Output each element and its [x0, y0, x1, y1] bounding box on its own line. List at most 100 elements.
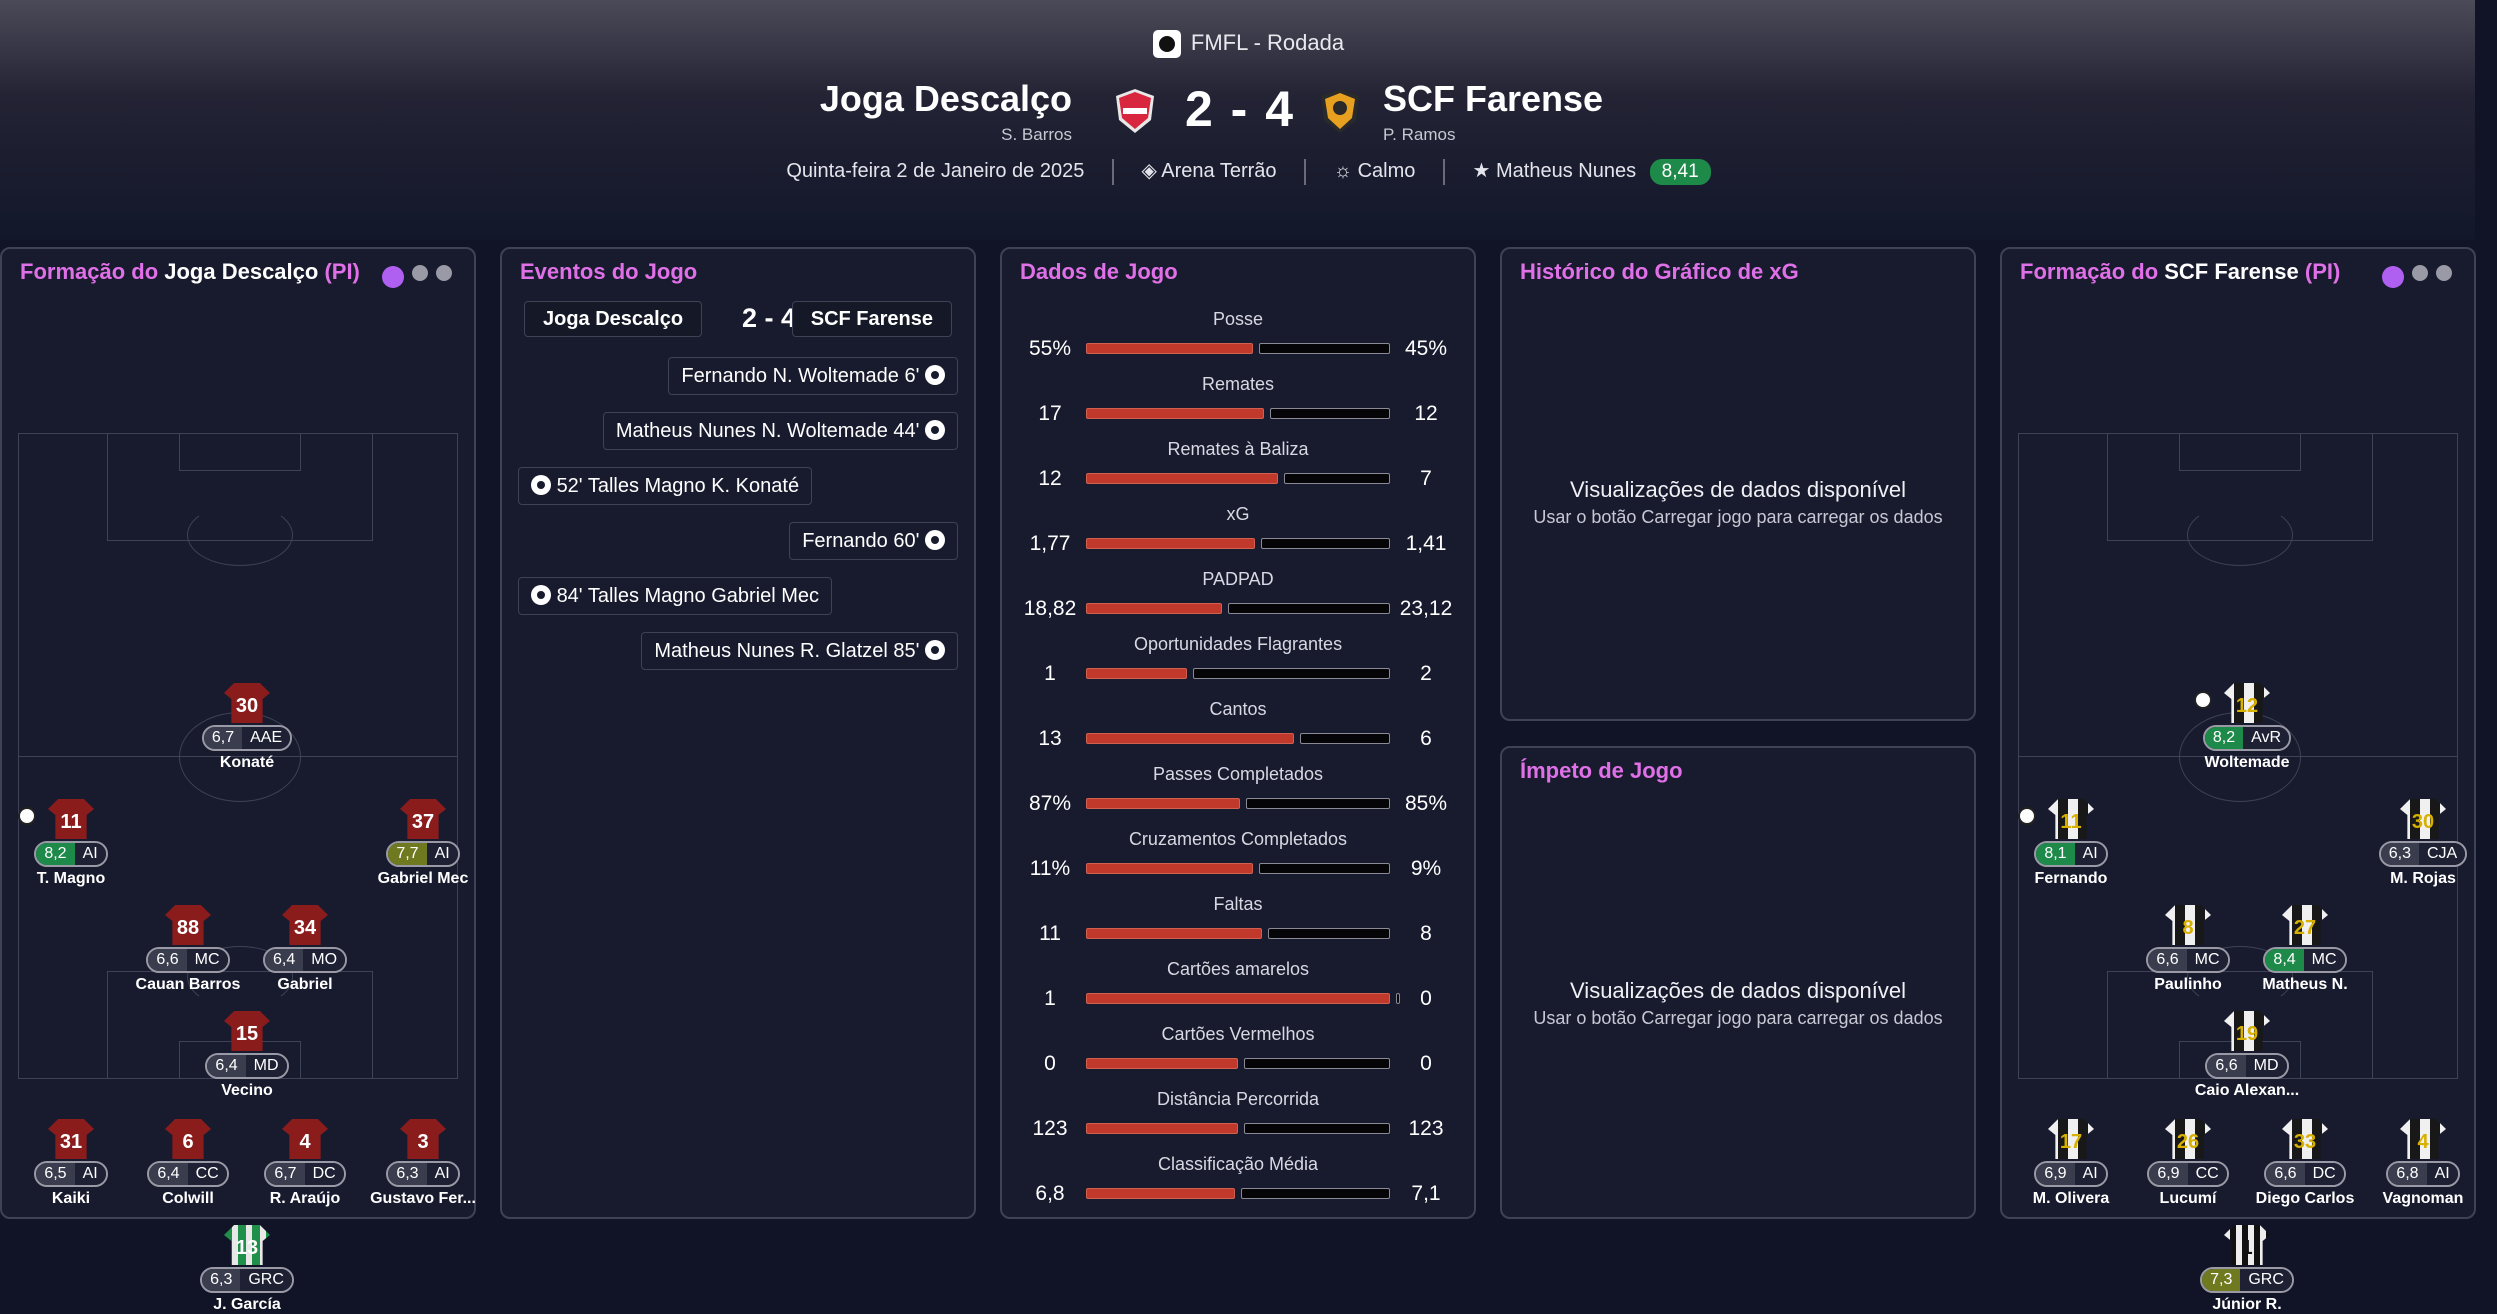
- event-row[interactable]: 52' Talles Magno K. Konaté: [518, 467, 813, 505]
- player-name[interactable]: Gustavo Fer...: [368, 1190, 478, 1208]
- player-name[interactable]: Woltemade: [2192, 754, 2302, 772]
- stat-label: Cantos: [1209, 699, 1267, 719]
- player-card[interactable]: 30 6,7 AAE Konaté: [192, 683, 302, 772]
- event-text: Matheus Nunes R. Glatzel 85': [654, 640, 920, 662]
- player-card[interactable]: 26 6,9 CC Lucumí: [2133, 1119, 2243, 1208]
- shirt-number: 30: [2411, 811, 2435, 833]
- player-name[interactable]: Konaté: [192, 754, 302, 772]
- stat-home-value: 18,82: [1023, 597, 1077, 620]
- events-panel: Eventos do Jogo Joga Descalço 2 - 4 SCF …: [500, 247, 976, 1219]
- player-card[interactable]: 30 6,3 CJA M. Rojas: [2368, 799, 2478, 888]
- page-dot[interactable]: [2436, 265, 2452, 281]
- player-card[interactable]: 31 6,5 AI Kaiki: [16, 1119, 126, 1208]
- home-manager[interactable]: S. Barros: [1001, 125, 1072, 145]
- rating-pill: 6,6 MC: [2146, 947, 2230, 973]
- player-position: DC: [2304, 1163, 2344, 1185]
- stat-home-bar: [1086, 1123, 1238, 1134]
- lineup-page-dots[interactable]: [2374, 265, 2452, 288]
- player-rating: 6,5: [36, 1163, 75, 1185]
- player-card[interactable]: 11 8,2 AI T. Magno: [16, 799, 126, 888]
- player-card[interactable]: 12 8,2 AvR Woltemade: [2192, 683, 2302, 772]
- panel-title: Dados de Jogo: [1020, 259, 1178, 284]
- player-name[interactable]: Gabriel Mec: [368, 870, 478, 888]
- player-name[interactable]: Júnior R.: [2192, 1296, 2302, 1314]
- player-card[interactable]: 8 6,6 MC Paulinho: [2133, 905, 2243, 994]
- player-name[interactable]: Cauan Barros: [133, 976, 243, 994]
- goal-icon: [531, 584, 551, 605]
- page-dot[interactable]: [436, 265, 452, 281]
- player-name[interactable]: Fernando: [2016, 870, 2126, 888]
- player-position: MD: [2245, 1055, 2287, 1077]
- competition-icon: [1152, 30, 1181, 59]
- lineup-page-dots[interactable]: [374, 265, 452, 288]
- player-name[interactable]: M. Rojas: [2368, 870, 2478, 888]
- player-name[interactable]: Kaiki: [16, 1190, 126, 1208]
- player-card[interactable]: 19 6,6 MD Caio Alexan...: [2192, 1011, 2302, 1100]
- shirt-icon: 26: [2165, 1119, 2211, 1159]
- stat-label: xG: [1226, 504, 1250, 524]
- player-name[interactable]: M. Olivera: [2016, 1190, 2126, 1208]
- player-card[interactable]: 37 7,7 AI Gabriel Mec: [368, 799, 478, 888]
- stat-home-bar: [1086, 1058, 1238, 1069]
- page-dot[interactable]: [2412, 265, 2428, 281]
- stat-home-value: 0: [1044, 1052, 1056, 1075]
- stat-home-bar: [1086, 928, 1262, 939]
- shirt-icon: 34: [282, 905, 328, 945]
- page-dot[interactable]: [412, 265, 428, 281]
- player-of-match-name[interactable]: Matheus Nunes: [1496, 160, 1636, 182]
- player-name[interactable]: Lucumí: [2133, 1190, 2243, 1208]
- event-row[interactable]: Fernando 60': [789, 522, 958, 560]
- player-name[interactable]: Paulinho: [2133, 976, 2243, 994]
- player-name[interactable]: T. Magno: [16, 870, 126, 888]
- stat-row: Cruzamentos Completados 11% 9%: [1002, 829, 1474, 893]
- stat-home-value: 13: [1038, 727, 1062, 750]
- stat-label: Faltas: [1213, 894, 1263, 914]
- page-dot[interactable]: [382, 265, 404, 288]
- player-card[interactable]: 4 6,7 DC R. Araújo: [250, 1119, 360, 1208]
- player-card[interactable]: 34 6,4 MO Gabriel: [250, 905, 360, 994]
- rating-pill: 6,7 DC: [264, 1161, 346, 1187]
- away-team-name[interactable]: SCF Farense: [1383, 78, 1603, 120]
- away-lineup-panel: Formação do SCF Farense (PI) 12 8,2 AvR Wol…: [2000, 247, 2478, 1313]
- player-card[interactable]: 13 6,3 GRC J. García: [192, 1225, 302, 1314]
- player-card[interactable]: 1 7,3 GRC Júnior R.: [2192, 1225, 2302, 1314]
- player-card[interactable]: 15 6,4 MD Vecino: [192, 1011, 302, 1100]
- player-card[interactable]: 27 8,4 MC Matheus N.: [2250, 905, 2360, 994]
- player-card[interactable]: 3 6,3 AI Gustavo Fer...: [368, 1119, 478, 1208]
- page-dot[interactable]: [2382, 265, 2404, 288]
- rating-pill: 6,6 MD: [2205, 1053, 2289, 1079]
- event-text: Matheus Nunes N. Woltemade 44': [615, 420, 920, 442]
- player-card[interactable]: 4 6,8 AI Vagnoman: [2368, 1119, 2478, 1208]
- event-row[interactable]: Fernando N. Woltemade 6': [668, 357, 958, 395]
- player-name[interactable]: Caio Alexan...: [2192, 1082, 2302, 1100]
- shirt-number: 26: [2176, 1131, 2200, 1153]
- player-name[interactable]: J. García: [192, 1296, 302, 1314]
- player-position: AI: [2426, 1163, 2458, 1185]
- stat-home-bar: [1086, 1188, 1235, 1199]
- player-name[interactable]: Gabriel: [250, 976, 360, 994]
- stat-home-bar: [1086, 993, 1390, 1004]
- player-name[interactable]: Matheus N.: [2250, 976, 2360, 994]
- player-card[interactable]: 88 6,6 MC Cauan Barros: [133, 905, 243, 994]
- player-card[interactable]: 33 6,6 DC Diego Carlos: [2250, 1119, 2360, 1208]
- player-name[interactable]: Colwill: [133, 1190, 243, 1208]
- stat-label: Posse: [1212, 309, 1264, 329]
- event-row[interactable]: 84' Talles Magno Gabriel Mec: [518, 577, 833, 615]
- player-name[interactable]: Vagnoman: [2368, 1190, 2478, 1208]
- player-name[interactable]: Vecino: [192, 1082, 302, 1100]
- player-card[interactable]: 6 6,4 CC Colwill: [133, 1119, 243, 1208]
- player-name[interactable]: Diego Carlos: [2250, 1190, 2360, 1208]
- event-row[interactable]: Matheus Nunes R. Glatzel 85': [641, 632, 958, 670]
- goal-ball-icon: [2018, 807, 2036, 825]
- stat-label: Cartões Vermelhos: [1161, 1024, 1315, 1044]
- momentum-panel: Ímpeto de Jogo Visualizações de dados di…: [1500, 746, 1976, 1219]
- event-row[interactable]: Matheus Nunes N. Woltemade 44': [602, 412, 958, 450]
- player-card[interactable]: 17 6,9 AI M. Olivera: [2016, 1119, 2126, 1208]
- player-card[interactable]: 11 8,1 AI Fernando: [2016, 799, 2126, 888]
- rating-pill: 6,5 AI: [34, 1161, 108, 1187]
- home-team-name[interactable]: Joga Descalço: [820, 78, 1072, 120]
- away-manager[interactable]: P. Ramos: [1383, 125, 1455, 145]
- stat-home-bar: [1086, 668, 1187, 679]
- player-name[interactable]: R. Araújo: [250, 1190, 360, 1208]
- player-rating: 6,7: [203, 727, 243, 749]
